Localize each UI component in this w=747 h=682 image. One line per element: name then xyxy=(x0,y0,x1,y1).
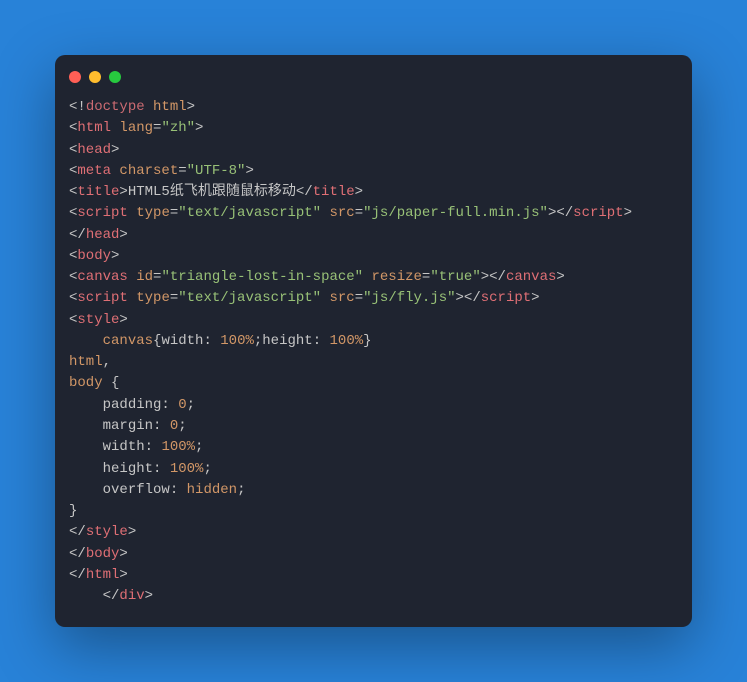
title-text: HTML5纸飞机跟随鼠标移动 xyxy=(128,184,296,200)
code-block: <!doctype html> <html lang="zh"> <head> … xyxy=(55,93,692,627)
doctype-keyword: doctype xyxy=(86,99,145,115)
minimize-icon[interactable] xyxy=(89,71,101,83)
close-icon[interactable] xyxy=(69,71,81,83)
code-window: <!doctype html> <html lang="zh"> <head> … xyxy=(55,55,692,627)
window-titlebar xyxy=(55,55,692,93)
maximize-icon[interactable] xyxy=(109,71,121,83)
